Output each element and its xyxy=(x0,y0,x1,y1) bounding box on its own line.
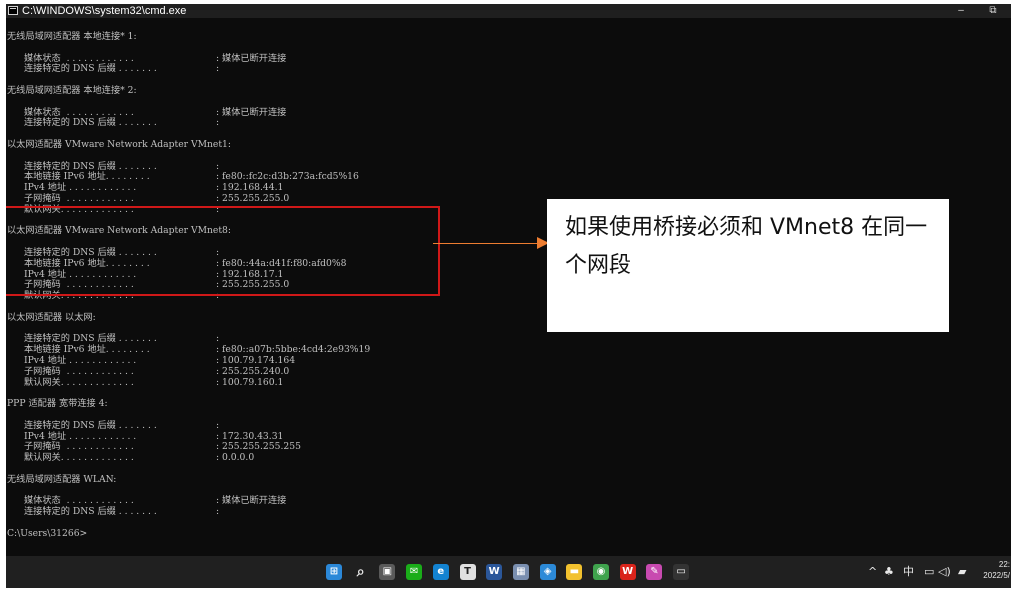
console-line-value: : 255.255.255.0 xyxy=(216,279,290,291)
console-line: C:\Users\31266> xyxy=(7,527,88,540)
console-line-value: : 100.79.160.1 xyxy=(216,376,284,388)
console-line-label: 无线局域网适配器 WLAN: xyxy=(7,473,117,485)
volume-icon[interactable]: ◁) xyxy=(938,565,951,579)
console-line-label: 本地链接 IPv6 地址. . . . . . . . xyxy=(24,257,150,269)
console-line-value: : 255.255.240.0 xyxy=(216,365,290,377)
console-line-label: 无线局域网适配器 本地连接* 1: xyxy=(7,31,137,42)
console-field-line: 默认网关. . . . . . . . . . . . . : 0.0.0.0 xyxy=(24,452,255,464)
console-line-value: : xyxy=(216,419,220,431)
console-line-value: : xyxy=(216,63,220,75)
ime-indicator[interactable]: 中 xyxy=(903,565,914,579)
tray-app-icon[interactable]: ♣ xyxy=(884,565,894,579)
console-line-value: : 0.0.0.0 xyxy=(216,452,255,464)
console-line-label: 以太网适配器 VMware Network Adapter VMnet1: xyxy=(7,139,231,150)
console-line-label: 无线局域网适配器 本地连接* 2: xyxy=(7,85,137,96)
callout-arrow-line xyxy=(433,243,539,244)
wps-icon[interactable]: W xyxy=(619,564,636,580)
console-line-label: 以太网适配器 以太网: xyxy=(7,311,96,323)
console-field-line: 连接特定的 DNS 后缀 . . . . . . .: xyxy=(24,64,219,75)
console-line: 无线局域网适配器 WLAN: xyxy=(7,473,117,486)
paint-app-icon[interactable]: ✎ xyxy=(646,564,663,580)
console-field-line: 默认网关. . . . . . . . . . . . . : 100.79.16… xyxy=(24,376,284,389)
file-explorer-icon[interactable]: ▬ xyxy=(566,564,583,580)
maximize-button[interactable]: ⧉ xyxy=(978,4,1008,18)
console-field-line: 默认网关. . . . . . . . . . . . .: xyxy=(24,290,220,302)
window-title: C:\WINDOWS\system32\cmd.exe xyxy=(22,5,187,17)
screen-app-icon[interactable]: ◉ xyxy=(593,564,609,580)
console-line-value: : 媒体已断开连接 xyxy=(216,106,287,118)
console-line-value: : 媒体已断开连接 xyxy=(216,495,287,507)
image-app-icon[interactable]: ▦ xyxy=(512,564,529,580)
app-icon[interactable]: ◈ xyxy=(539,564,556,580)
callout-text: 如果使用桥接必须和 VMnet8 在同一个网段 xyxy=(565,215,928,278)
callout-note: 如果使用桥接必须和 VMnet8 在同一个网段 xyxy=(547,199,949,332)
console-line-label: 默认网关. . . . . . . . . . . . . xyxy=(24,376,134,388)
console-line-value: : xyxy=(216,506,220,518)
title-bar[interactable]: C:\WINDOWS\system32\cmd.exe – ⧉ xyxy=(6,4,1011,18)
console-line-label: 默认网关. . . . . . . . . . . . . xyxy=(24,290,134,302)
console-line: 无线局域网适配器 本地连接* 2: xyxy=(7,85,137,97)
console-field-line: 连接特定的 DNS 后缀 . . . . . . .: xyxy=(24,506,220,518)
cmd-icon[interactable]: ▭ xyxy=(673,564,690,580)
taskbar: ^ ♣ 中 ▭ ◁) ▰ 22: 2022/5/ ⊞ ⌕ ▣ ✉ e T W ▦ ◈ ▬ ◉ W ✎ ▭ xyxy=(6,556,1011,588)
console-line-label: 连接特定的 DNS 后缀 . . . . . . . xyxy=(24,506,157,518)
word-icon[interactable]: W xyxy=(486,564,503,580)
console-line-label: 默认网关. . . . . . . . . . . . . xyxy=(24,203,134,215)
console-line-value: : xyxy=(216,290,220,302)
console-line-label: 默认网关. . . . . . . . . . . . . xyxy=(24,452,134,464)
console-line-value: : xyxy=(216,203,220,215)
console-field-line: 默认网关. . . . . . . . . . . . .: xyxy=(24,203,220,216)
battery-icon[interactable]: ▰ xyxy=(958,565,966,579)
typora-icon[interactable]: T xyxy=(459,564,476,580)
minimize-button[interactable]: – xyxy=(946,4,976,18)
console-line-value: : 媒体已断开连接 xyxy=(216,52,287,64)
console-line-label: C:\Users\31266> xyxy=(7,527,88,539)
tray-chevron-icon[interactable]: ^ xyxy=(868,565,877,579)
network-icon[interactable]: ▭ xyxy=(924,565,934,579)
console-line-value: : 255.255.255.0 xyxy=(216,193,290,204)
console-line: 以太网适配器 以太网: xyxy=(7,311,96,324)
console-line: 无线局域网适配器 本地连接* 1: xyxy=(7,31,137,43)
console-line-label: 子网掩码 . . . . . . . . . . . . xyxy=(24,365,134,377)
wechat-icon[interactable]: ✉ xyxy=(406,564,423,580)
console-line-value: : fe80::44a:d41f:f80:afd0%8 xyxy=(216,257,347,269)
console-line-label: 以太网适配器 VMware Network Adapter VMnet8: xyxy=(7,225,231,237)
cmd-window-icon xyxy=(8,6,18,15)
clock-time: 22: xyxy=(998,560,1010,569)
console-line: 以太网适配器 VMware Network Adapter VMnet8: xyxy=(7,225,231,237)
search-icon[interactable]: ⌕ xyxy=(352,564,369,580)
console-line-label: 连接特定的 DNS 后缀 . . . . . . . xyxy=(24,117,157,129)
console-field-line: 连接特定的 DNS 后缀 . . . . . . .: xyxy=(24,118,219,129)
console-line-label: PPP 适配器 宽带连接 4: xyxy=(7,398,108,410)
console-line: PPP 适配器 宽带连接 4: xyxy=(7,398,108,410)
console-line: 以太网适配器 VMware Network Adapter VMnet1: xyxy=(7,139,231,151)
clock[interactable]: 22: 2022/5/ xyxy=(974,559,1010,581)
clock-date: 2022/5/ xyxy=(983,571,1010,580)
edge-icon[interactable]: e xyxy=(432,564,449,580)
console-line-label: 连接特定的 DNS 后缀 . . . . . . . xyxy=(24,63,157,75)
task-view-icon[interactable]: ▣ xyxy=(379,564,396,580)
console-line-label: 连接特定的 DNS 后缀 . . . . . . . xyxy=(24,419,157,431)
console-line-value: : xyxy=(216,117,220,129)
start-icon[interactable]: ⊞ xyxy=(326,564,342,580)
